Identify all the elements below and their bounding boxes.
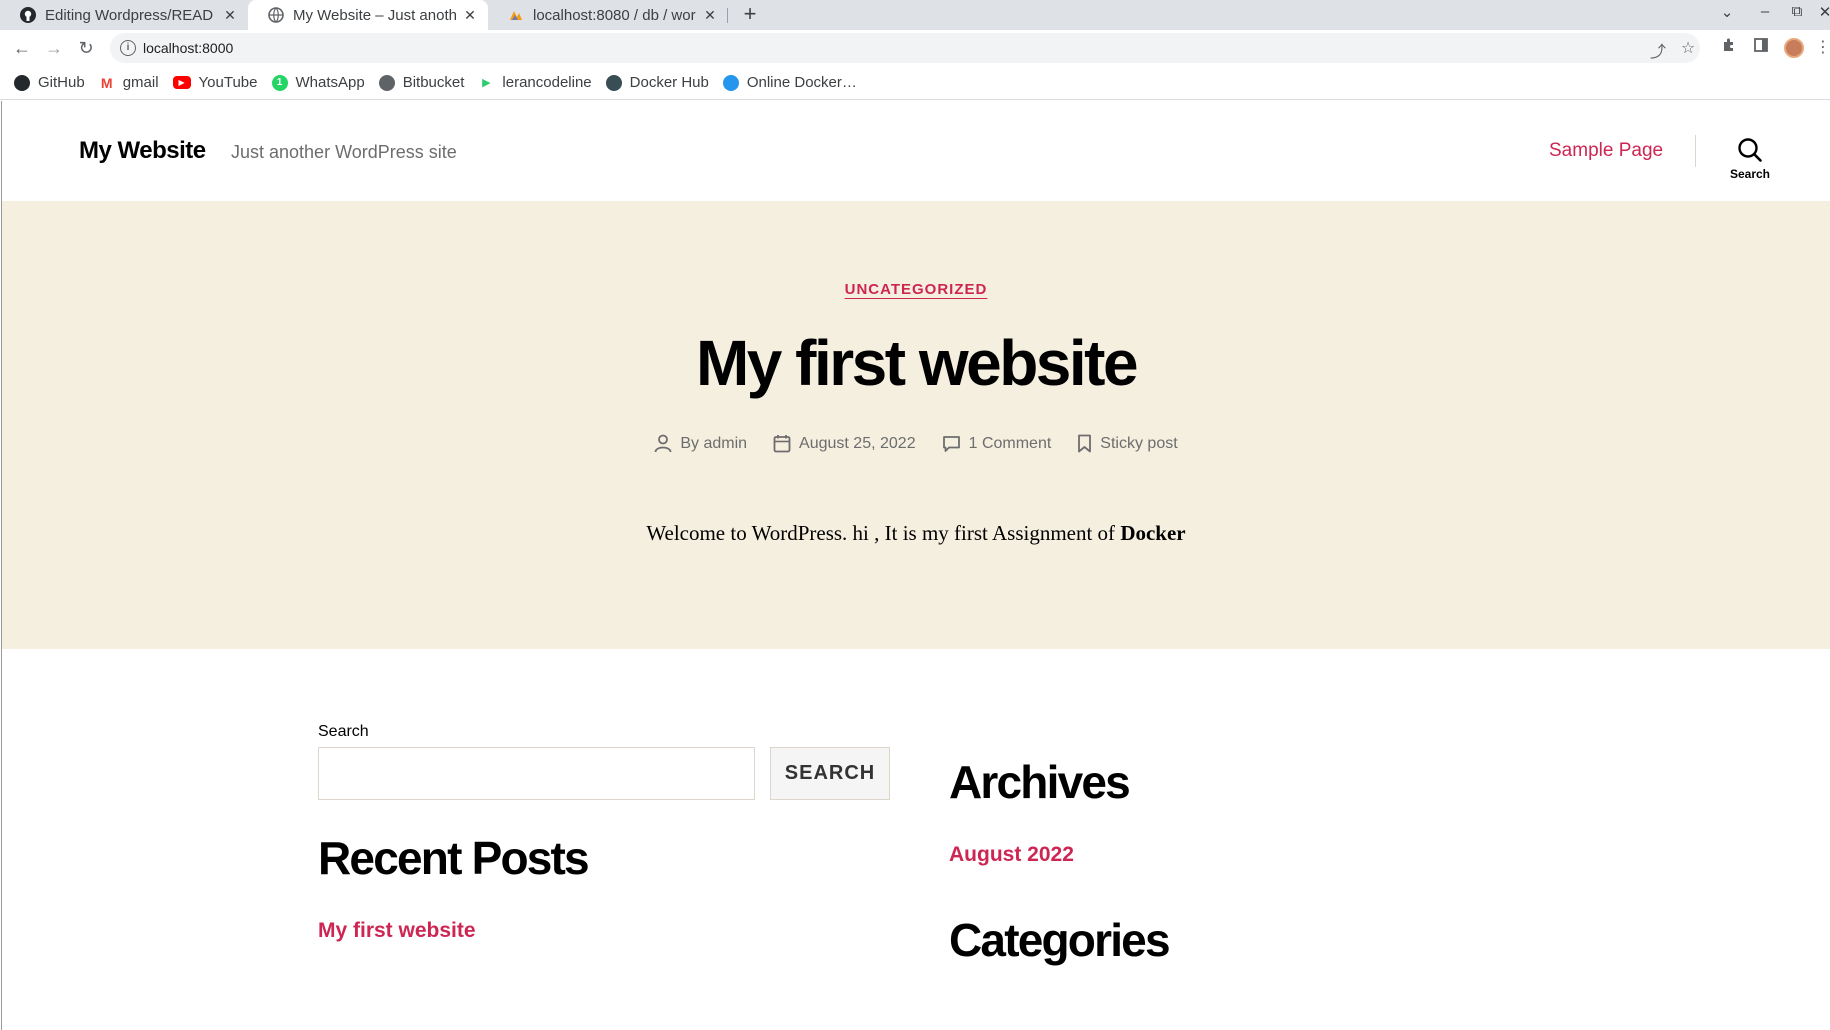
- bookmark-label: lerancodeline: [502, 74, 592, 91]
- reload-icon[interactable]: ↻: [74, 36, 98, 60]
- forward-icon[interactable]: →: [42, 36, 66, 60]
- star-icon[interactable]: ☆: [1678, 38, 1698, 58]
- tab-github-readme[interactable]: Editing Wordpress/READ ✕: [0, 0, 248, 30]
- play-icon: ▶: [482, 77, 491, 89]
- post-content-bold: Docker: [1120, 521, 1186, 545]
- back-icon[interactable]: ←: [10, 36, 34, 60]
- categories-heading: Categories: [949, 914, 1171, 966]
- calendar-icon: [773, 435, 791, 453]
- close-window-icon[interactable]: ✕: [1814, 3, 1830, 21]
- gmail-icon: M: [100, 74, 113, 91]
- chevron-down-icon[interactable]: ⌄: [1716, 3, 1738, 21]
- bookmark-label: Bitbucket: [402, 74, 465, 91]
- browser-toolbar: ← → ↻ i localhost:8000 ⤴ ☆ ⋮: [0, 30, 1830, 66]
- search-button[interactable]: SEARCH: [770, 747, 890, 800]
- sticky-text: Sticky post: [1100, 434, 1178, 452]
- bookmark-github[interactable]: GitHub: [14, 74, 85, 91]
- bookmark-lerancodeline[interactable]: ▶ lerancodeline: [478, 74, 591, 91]
- extensions-icon[interactable]: [1718, 37, 1740, 59]
- site-description: Just another WordPress site: [231, 142, 457, 162]
- post-comments[interactable]: 1 Comment: [942, 434, 1052, 453]
- info-icon[interactable]: i: [120, 40, 136, 56]
- tab-title: localhost:8080 / db / word: [533, 6, 696, 24]
- date-text: August 25, 2022: [799, 434, 916, 452]
- bookmark-online-docker[interactable]: Online Docker…: [722, 74, 857, 91]
- bookmark-bitbucket[interactable]: Bitbucket: [378, 74, 465, 91]
- comment-icon: [942, 435, 960, 452]
- bookmark-label: YouTube: [198, 74, 258, 91]
- bookmark-label: GitHub: [38, 74, 85, 91]
- post-sticky: Sticky post: [1077, 434, 1178, 453]
- recent-post-link[interactable]: My first website: [318, 919, 476, 943]
- archives-heading: Archives: [949, 756, 1131, 808]
- search-toggle-button[interactable]: Search: [1720, 137, 1780, 181]
- tab-my-website[interactable]: My Website – Just anothe ✕: [248, 0, 488, 30]
- docker-icon: [605, 74, 622, 91]
- docker-icon: [722, 74, 739, 91]
- minimize-icon[interactable]: –: [1754, 3, 1776, 20]
- side-panel-icon[interactable]: [1750, 37, 1772, 59]
- tab-title: My Website – Just anothe: [293, 6, 456, 24]
- site-title[interactable]: My Website: [79, 137, 206, 165]
- bookmark-icon: [1078, 434, 1092, 453]
- post-title[interactable]: My first website: [2, 326, 1830, 400]
- tab-separator: [727, 8, 728, 23]
- bookmark-youtube[interactable]: ▶ YouTube: [172, 74, 258, 91]
- bookmark-docker-hub[interactable]: Docker Hub: [605, 74, 709, 91]
- menu-icon[interactable]: ⋮: [1812, 37, 1830, 59]
- restore-icon[interactable]: ⧉: [1786, 3, 1808, 20]
- whatsapp-icon: 1: [271, 74, 288, 91]
- post-header: UNCATEGORIZED My first website By admin …: [2, 201, 1830, 649]
- post-content: Welcome to WordPress. hi , It is my firs…: [2, 521, 1830, 546]
- bookmark-label: Online Docker…: [746, 74, 857, 91]
- bookmark-label: WhatsApp: [295, 74, 365, 91]
- address-bar[interactable]: i localhost:8000 ⤴ ☆: [110, 33, 1700, 63]
- category-link[interactable]: UNCATEGORIZED: [845, 281, 988, 298]
- nav-link-sample-page[interactable]: Sample Page: [1549, 140, 1663, 162]
- footer-widgets: Search SEARCH Recent Posts My first webs…: [2, 649, 1830, 1030]
- phpmyadmin-icon: [508, 7, 524, 23]
- url-text[interactable]: localhost:8000: [143, 40, 233, 56]
- archive-link[interactable]: August 2022: [949, 843, 1074, 867]
- nav-divider: [1695, 135, 1696, 167]
- bookmarks-bar: GitHub M gmail ▶ YouTube 1 WhatsApp Bitb…: [0, 66, 1830, 100]
- bookmark-gmail[interactable]: M gmail: [99, 74, 159, 91]
- recent-posts-heading: Recent Posts: [318, 832, 590, 884]
- github-icon: [20, 7, 36, 23]
- search-icon: [1738, 138, 1762, 162]
- youtube-icon: ▶: [172, 76, 191, 89]
- close-icon[interactable]: ✕: [222, 7, 238, 23]
- post-category: UNCATEGORIZED: [2, 281, 1830, 299]
- github-icon: [14, 74, 30, 91]
- bookmark-label: gmail: [122, 74, 159, 91]
- share-icon[interactable]: ⤴: [1648, 38, 1668, 62]
- post-date[interactable]: August 25, 2022: [773, 434, 916, 453]
- bookmark-whatsapp[interactable]: 1 WhatsApp: [271, 74, 365, 91]
- post-author[interactable]: By admin: [654, 434, 747, 453]
- close-icon[interactable]: ✕: [702, 7, 718, 23]
- search-input[interactable]: [318, 747, 755, 800]
- tab-phpmyadmin[interactable]: localhost:8080 / db / word ✕: [488, 0, 728, 30]
- close-icon[interactable]: ✕: [462, 7, 478, 23]
- bookmark-label: Docker Hub: [629, 74, 709, 91]
- post-meta: By admin August 25, 2022 1 Comment Stick…: [2, 434, 1830, 453]
- site-header: My Website Just another WordPress site S…: [2, 101, 1830, 201]
- tab-title: Editing Wordpress/READ: [45, 6, 214, 24]
- avatar[interactable]: [1784, 38, 1804, 58]
- user-icon: [654, 434, 672, 453]
- comments-text: 1 Comment: [968, 434, 1052, 452]
- search-label: Search: [318, 723, 369, 740]
- author-text: By admin: [680, 434, 748, 452]
- web-page: My Website Just another WordPress site S…: [1, 101, 1830, 1030]
- globe-icon: [268, 7, 284, 23]
- new-tab-button[interactable]: +: [738, 3, 762, 27]
- globe-icon: [378, 74, 395, 91]
- tab-strip: Editing Wordpress/READ ✕ My Website – Ju…: [0, 0, 1830, 30]
- search-toggle-label: Search: [1729, 167, 1771, 181]
- post-content-text: Welcome to WordPress. hi , It is my firs…: [646, 521, 1121, 545]
